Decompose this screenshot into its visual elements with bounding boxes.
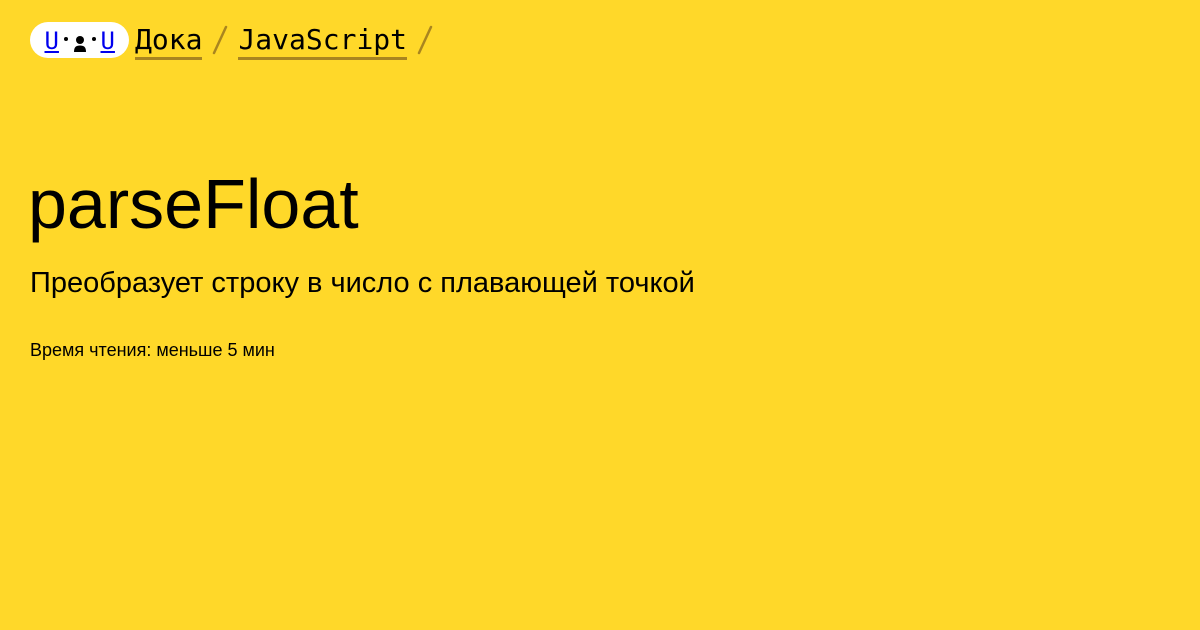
slash-separator-icon	[417, 25, 433, 55]
breadcrumb-javascript-link[interactable]: JavaScript	[238, 22, 408, 60]
logo-dot-left	[63, 36, 68, 41]
logo-right-glyph: U	[100, 26, 115, 55]
reading-time: Время чтения: меньше 5 мин	[30, 340, 275, 360]
logo-dot-right	[91, 36, 96, 41]
doka-face-icon	[73, 35, 86, 52]
breadcrumb-doka-link[interactable]: Дока	[135, 22, 203, 60]
page-description: Преобразует строку в число с плавающей т…	[30, 267, 695, 299]
breadcrumb: U U Дока JavaScript	[30, 22, 435, 62]
logo-left-glyph: U	[44, 26, 59, 55]
page-title: parseFloat	[28, 165, 359, 243]
site-logo[interactable]: U U	[30, 22, 129, 58]
slash-separator-icon	[213, 25, 228, 55]
